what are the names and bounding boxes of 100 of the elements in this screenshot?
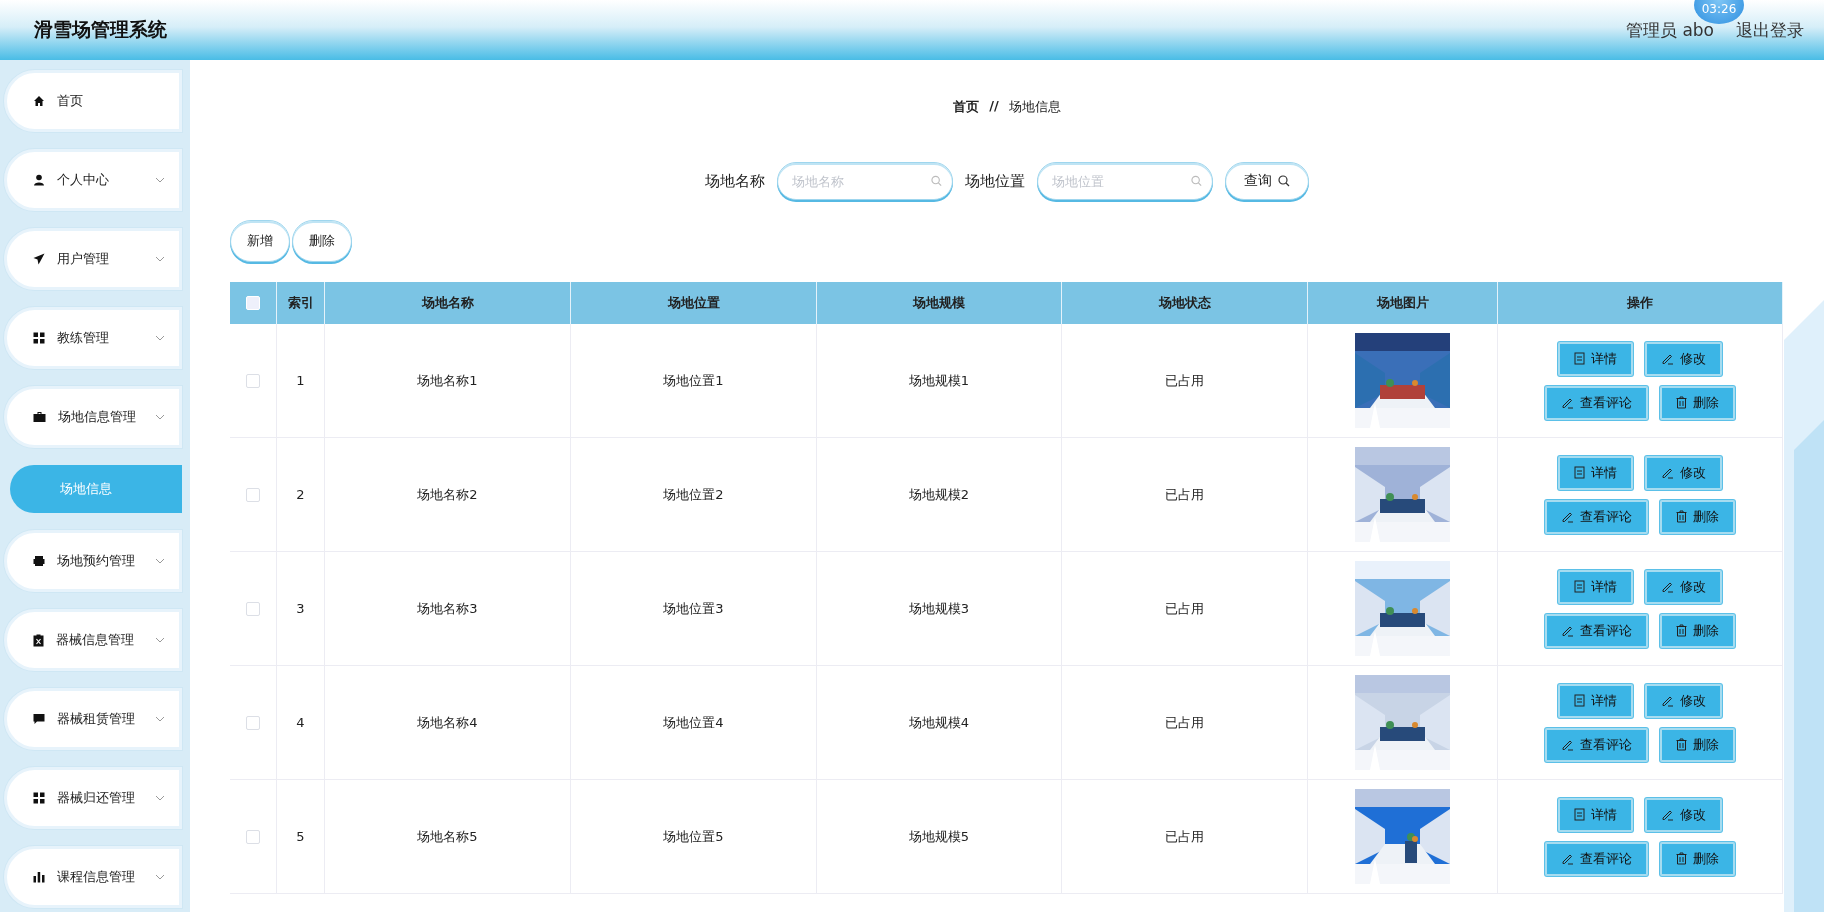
trash-icon xyxy=(1676,510,1687,523)
table-cell: 场地规模1 xyxy=(908,371,970,390)
document-icon xyxy=(1574,694,1585,707)
search-input[interactable]: 场地名称 xyxy=(790,172,931,190)
delete-button[interactable]: 删除 xyxy=(1660,499,1735,534)
row-checkbox[interactable] xyxy=(246,601,260,616)
table-cell: 场地名称5 xyxy=(417,827,478,846)
edit-button[interactable]: 修改 xyxy=(1645,341,1722,376)
table-cell: 1 xyxy=(296,373,305,388)
sidebar-item[interactable]: 器械归还管理 xyxy=(4,767,182,829)
table-cell: 场地位置1 xyxy=(663,371,724,390)
delete-button[interactable]: 删除 xyxy=(1660,727,1735,762)
delete-button[interactable]: 删除 xyxy=(292,220,352,262)
sidebar-item[interactable]: 器械信息管理 xyxy=(4,609,182,671)
trash-icon xyxy=(1676,852,1687,865)
table-cell: 场地名称1 xyxy=(417,371,478,390)
grid-icon xyxy=(33,792,45,804)
table-cell: 场地规模2 xyxy=(908,485,970,504)
column-header: 场地名称 xyxy=(325,282,571,324)
edit-button[interactable]: 修改 xyxy=(1645,455,1722,490)
table-cell: 已占用 xyxy=(1165,485,1204,504)
query-button[interactable]: 查询 xyxy=(1225,162,1309,200)
table-cell: 2 xyxy=(296,487,305,502)
field-label: 场地位置 xyxy=(965,171,1025,191)
pencil-icon xyxy=(1561,396,1574,409)
search-icon xyxy=(1278,175,1290,187)
comment-button[interactable]: 查看评论 xyxy=(1545,613,1648,648)
breadcrumb-link[interactable]: 首页 xyxy=(953,98,980,116)
edit-button[interactable]: 修改 xyxy=(1645,569,1722,604)
column-header: 操作 xyxy=(1498,282,1783,324)
sidebar-item[interactable]: 场地预约管理 xyxy=(4,530,182,592)
row-checkbox[interactable] xyxy=(246,829,260,844)
document-icon xyxy=(1574,466,1585,479)
sidebar-item[interactable]: 用户管理 xyxy=(4,228,182,290)
search-field[interactable]: 场地位置 xyxy=(1037,162,1213,200)
document-icon xyxy=(1574,352,1585,365)
pencil-icon xyxy=(1661,580,1674,593)
column-header: 场地状态 xyxy=(1062,282,1308,324)
delete-button[interactable]: 删除 xyxy=(1660,841,1735,876)
comment-button[interactable]: 查看评论 xyxy=(1545,727,1648,762)
table-cell: 已占用 xyxy=(1165,371,1204,390)
pencil-icon xyxy=(1561,738,1574,751)
comment-button[interactable]: 查看评论 xyxy=(1545,841,1648,876)
sidebar-item[interactable]: 教练管理 xyxy=(4,307,182,369)
briefcase-icon xyxy=(33,411,46,423)
comment-button[interactable]: 查看评论 xyxy=(1545,385,1648,420)
table-cell: 场地规模4 xyxy=(908,713,970,732)
column-header: 场地图片 xyxy=(1308,282,1498,324)
column-header: 场地位置 xyxy=(571,282,817,324)
table-cell: 场地位置4 xyxy=(663,713,724,732)
table-cell: 4 xyxy=(296,715,305,730)
search-field[interactable]: 场地名称 xyxy=(777,162,953,200)
search-icon xyxy=(930,175,942,187)
detail-button[interactable]: 详情 xyxy=(1558,455,1633,490)
sidebar-item[interactable]: 场地信息管理 xyxy=(4,386,182,448)
pencil-icon xyxy=(1561,624,1574,637)
detail-button[interactable]: 详情 xyxy=(1558,341,1633,376)
table-cell: 3 xyxy=(296,601,305,616)
search-input[interactable]: 场地位置 xyxy=(1050,172,1191,190)
table-cell: 场地位置2 xyxy=(663,485,724,504)
edit-button[interactable]: 修改 xyxy=(1645,683,1722,718)
table-cell: 场地规模3 xyxy=(908,599,970,618)
delete-button[interactable]: 删除 xyxy=(1660,385,1735,420)
table-cell: 场地名称4 xyxy=(417,713,478,732)
table-cell: 已占用 xyxy=(1165,827,1204,846)
user-icon xyxy=(33,174,45,186)
row-checkbox[interactable] xyxy=(246,715,260,730)
row-checkbox[interactable] xyxy=(246,487,260,502)
column-header: 场地规模 xyxy=(817,282,1062,324)
add-button[interactable]: 新增 xyxy=(230,220,290,262)
edit-button[interactable]: 修改 xyxy=(1645,797,1722,832)
table-cell: 场地名称3 xyxy=(417,599,478,618)
document-icon xyxy=(1574,580,1585,593)
document-icon xyxy=(1574,808,1585,821)
select-all-checkbox[interactable] xyxy=(246,296,260,310)
sidebar-item[interactable]: 首页 xyxy=(4,70,182,132)
message-icon xyxy=(33,713,45,725)
delete-button[interactable]: 删除 xyxy=(1660,613,1735,648)
detail-button[interactable]: 详情 xyxy=(1558,797,1633,832)
trash-icon xyxy=(1676,396,1687,409)
pencil-icon xyxy=(1561,510,1574,523)
detail-button[interactable]: 详情 xyxy=(1558,569,1633,604)
pencil-icon xyxy=(1661,466,1674,479)
comment-button[interactable]: 查看评论 xyxy=(1545,499,1648,534)
row-checkbox[interactable] xyxy=(246,373,260,388)
table-cell: 已占用 xyxy=(1165,599,1204,618)
home-icon xyxy=(33,95,45,107)
table-cell: 场地名称2 xyxy=(417,485,478,504)
breadcrumb-link[interactable]: 场地信息 xyxy=(1008,98,1061,116)
table-cell: 场地规模5 xyxy=(908,827,970,846)
send-icon xyxy=(33,253,45,265)
sidebar-item[interactable]: 个人中心 xyxy=(4,149,182,211)
detail-button[interactable]: 详情 xyxy=(1558,683,1633,718)
clipboard-icon xyxy=(33,633,44,647)
table-cell: 场地位置3 xyxy=(663,599,724,618)
table-cell: 场地位置5 xyxy=(663,827,724,846)
sidebar-item[interactable]: 器械租赁管理 xyxy=(4,688,182,750)
sidebar-item[interactable]: 课程信息管理 xyxy=(4,846,182,908)
pencil-icon xyxy=(1661,352,1674,365)
bar-chart-icon xyxy=(33,871,45,883)
